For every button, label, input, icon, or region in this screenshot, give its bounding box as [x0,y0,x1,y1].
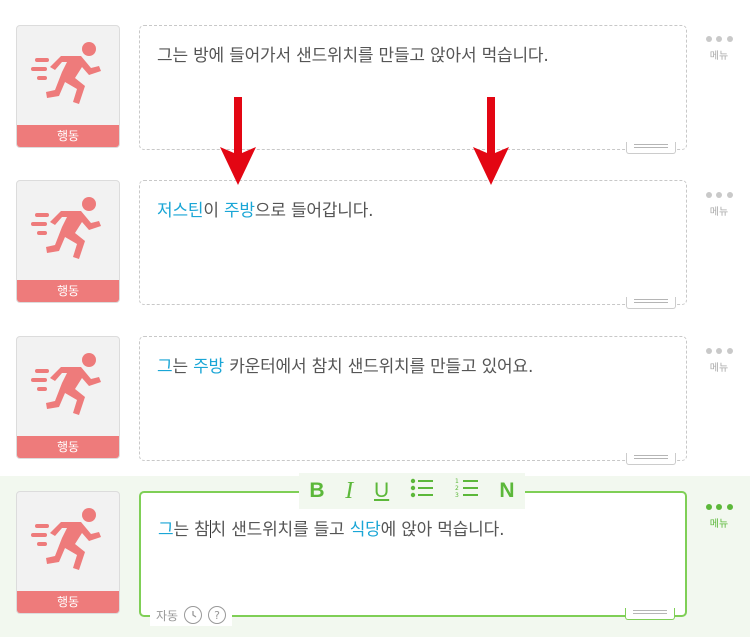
scene-text[interactable]: 그는 주방 카운터에서 참치 샌드위치를 만들고 있어요. [157,352,533,377]
more-icon [705,504,733,510]
text-segment: 는 참 [173,520,210,540]
italic-button[interactable]: I [345,478,353,505]
more-icon [705,36,733,42]
row-menu-button[interactable]: 메뉴 [704,504,734,530]
row-menu-button[interactable]: 메뉴 [704,192,734,218]
text-segment: 는 [172,357,194,377]
more-icon [705,348,733,354]
action-tag-label: 행동 [17,591,119,613]
action-type-tile[interactable]: 행동 [16,336,120,459]
text-segment: 에 앉아 먹습니다. [380,520,505,540]
n-format-button[interactable]: N [499,479,514,503]
running-person-icon [31,197,101,259]
scene-text-box[interactable]: 저스틴이 주방으로 들어갑니다. [139,180,687,309]
resize-handle[interactable] [626,297,676,309]
scene-text-box-focused[interactable]: 그는 참치 샌드위치를 들고 식당에 앉아 먹습니다. [139,491,687,620]
scene-text-box[interactable]: 그는 주방 카운터에서 참치 샌드위치를 만들고 있어요. [139,336,687,465]
text-segment: 으로 들어갑니다. [254,201,374,221]
running-person-icon [31,42,101,104]
running-person-icon [31,353,101,415]
scene-text[interactable]: 그는 참치 샌드위치를 들고 식당에 앉아 먹습니다. [158,515,504,540]
action-type-tile[interactable]: 행동 [16,25,120,148]
character-mention[interactable]: 그 [158,520,174,540]
character-mention[interactable]: 그 [157,357,173,377]
underline-button[interactable]: U [374,479,389,503]
row-menu-button[interactable]: 메뉴 [704,348,734,374]
resize-handle[interactable] [626,453,676,465]
format-toolbar: B I U 1 2 3 N [299,473,525,509]
action-tag-label: 행동 [17,125,119,147]
row-menu-button[interactable]: 메뉴 [704,36,734,62]
bold-button[interactable]: B [309,479,324,503]
scene-text[interactable]: 그는 방에 들어가서 샌드위치를 만들고 앉아서 먹습니다. [157,41,549,66]
location-mention[interactable]: 주방 [224,201,255,221]
more-icon [705,192,733,198]
bullet-list-icon [410,478,433,498]
character-mention[interactable]: 저스틴 [157,201,204,221]
scene-row-2: 행동 저스틴이 주방으로 들어갑니다. 메뉴 [0,160,750,316]
scene-row-1: 행동 그는 방에 들어가서 샌드위치를 만들고 앉아서 먹습니다. 메뉴 [0,0,750,160]
running-person-icon [31,508,101,570]
action-tag-label: 행동 [17,436,119,458]
scene-row-3: 행동 그는 주방 카운터에서 참치 샌드위치를 만들고 있어요. 메뉴 [0,316,750,472]
text-segment: 그는 방에 들어가서 샌드위치를 만들고 앉아서 먹습니다. [157,46,549,66]
menu-label: 메뉴 [709,51,729,62]
numbered-list-button[interactable]: 1 2 3 [455,477,479,505]
resize-handle[interactable] [626,142,676,154]
location-mention[interactable]: 식당 [350,520,381,540]
resize-handle[interactable] [625,608,675,620]
red-arrow-down-icon [473,97,509,185]
clock-icon[interactable] [184,606,203,624]
scene-text[interactable]: 저스틴이 주방으로 들어갑니다. [157,196,374,221]
text-segment: 치 샌드위치를 들고 [210,520,350,540]
text-segment: 카운터에서 참치 샌드위치를 만들고 있어요. [224,357,534,377]
menu-label: 메뉴 [709,519,729,530]
action-type-tile[interactable]: 행동 [16,180,120,303]
text-segment: 이 [203,201,224,221]
location-mention[interactable]: 주방 [193,357,224,377]
menu-label: 메뉴 [709,363,729,374]
action-type-tile[interactable]: 행동 [16,491,120,614]
menu-label: 메뉴 [709,207,729,218]
bullet-list-button[interactable] [410,477,434,505]
action-tag-label: 행동 [17,280,119,302]
svg-text:2: 2 [455,485,459,492]
auto-label[interactable]: 자동 [156,607,178,624]
svg-text:3: 3 [455,492,459,499]
svg-text:1: 1 [455,478,459,485]
help-icon[interactable]: ? [208,606,227,624]
red-arrow-down-icon [220,97,256,185]
auto-controls: 자동 ? [150,604,233,626]
numbered-list-icon: 1 2 3 [455,478,478,499]
